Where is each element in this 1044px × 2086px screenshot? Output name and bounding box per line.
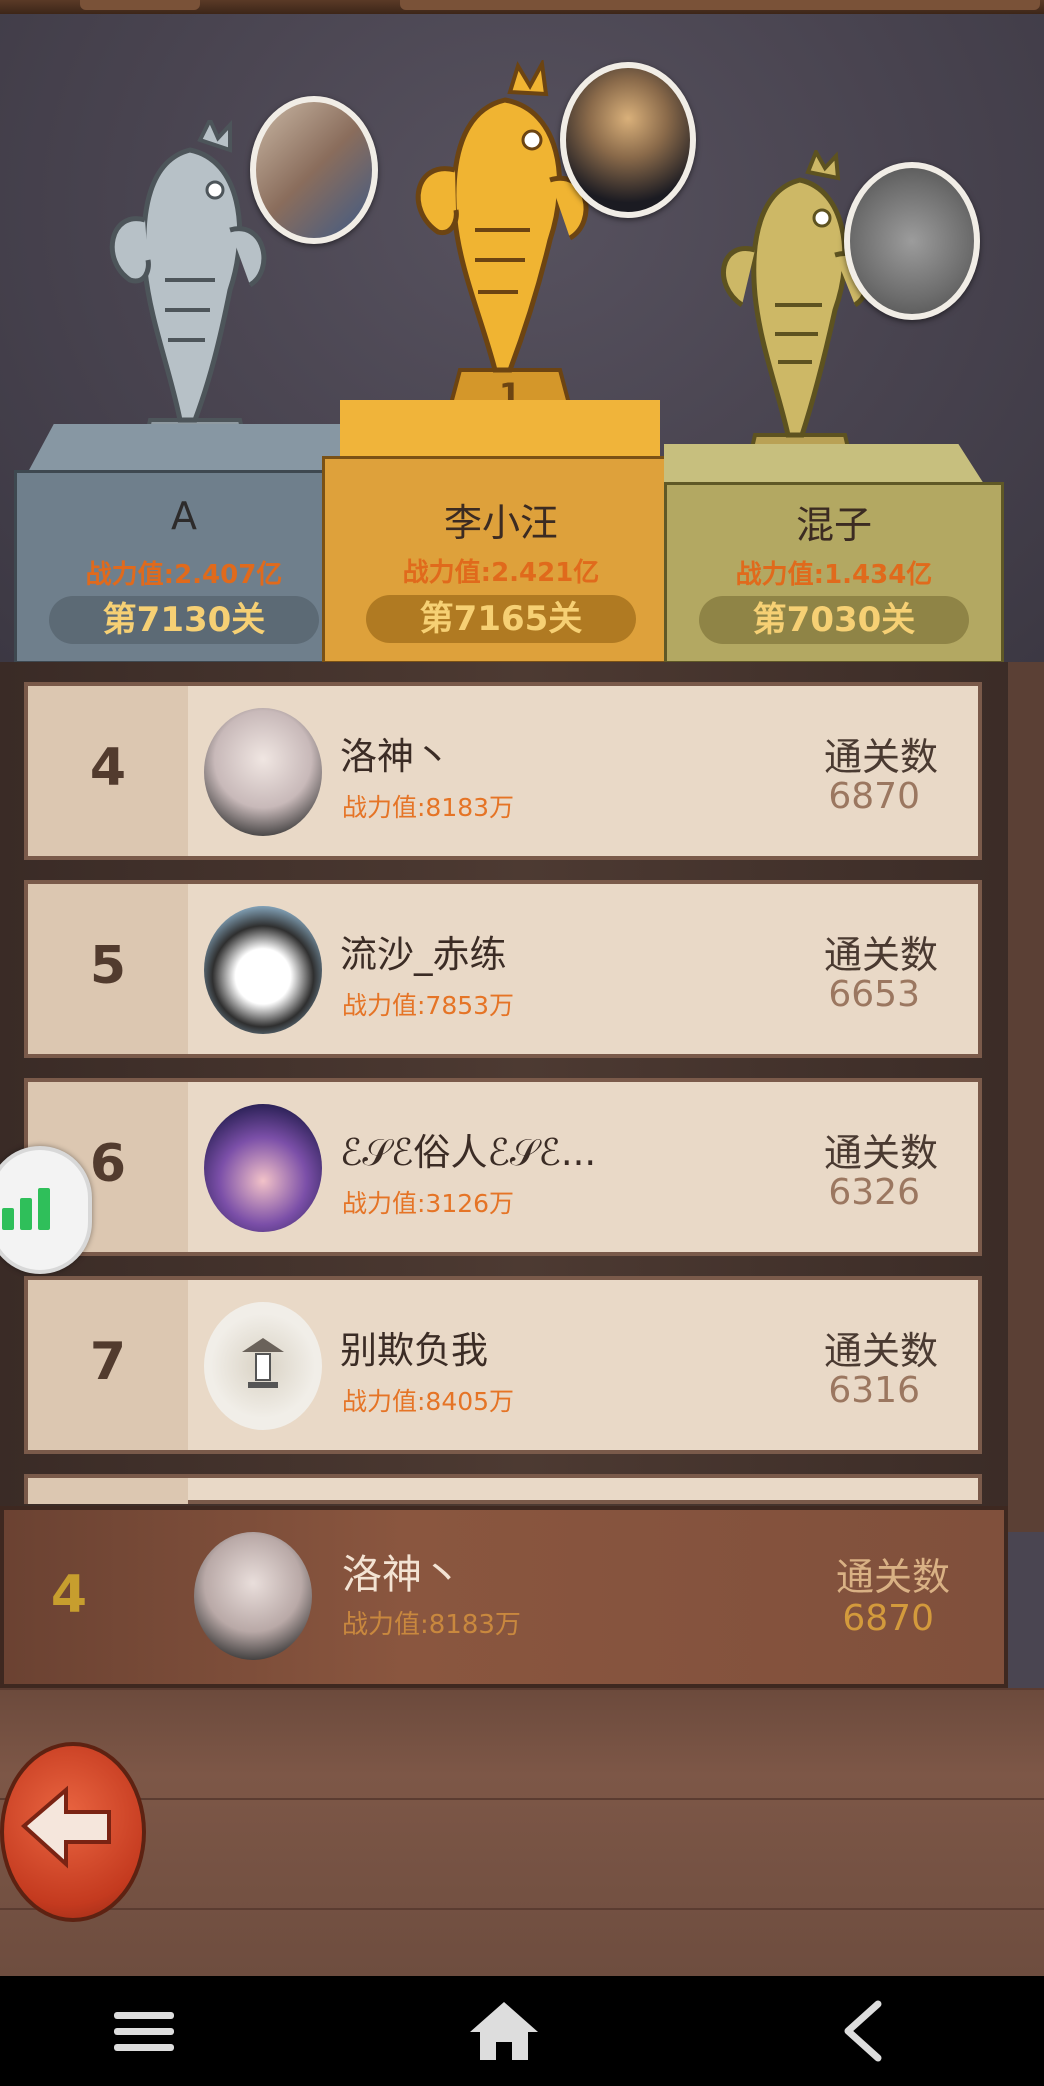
podium-power: 战力值:1.434亿 bbox=[735, 560, 933, 590]
home-icon[interactable] bbox=[464, 1998, 544, 2064]
player-power: 战力值:7853万 bbox=[342, 991, 515, 1020]
podium-avatar-1[interactable] bbox=[560, 62, 696, 218]
my-ranking-row[interactable]: 4 洛神丶 战力值:8183万 通关数 6870 bbox=[0, 1506, 1008, 1688]
list-scrollbar[interactable] bbox=[1008, 662, 1044, 1532]
podium-name: 李小汪 bbox=[443, 501, 558, 545]
rank-number: 7 bbox=[89, 1332, 127, 1392]
figure-icon bbox=[242, 1338, 284, 1388]
player-name: 别欺负我 bbox=[340, 1329, 488, 1372]
podium-level: 第7130关 bbox=[49, 596, 319, 644]
system-nav-bar bbox=[0, 1976, 1044, 2086]
floor-plank-line bbox=[0, 1688, 1044, 1690]
my-avatar[interactable] bbox=[194, 1532, 312, 1660]
podium-top bbox=[664, 444, 984, 484]
player-name: 流沙_赤练 bbox=[340, 933, 507, 976]
my-player-name: 洛神丶 bbox=[342, 1552, 462, 1598]
my-player-power: 战力值:8183万 bbox=[342, 1610, 521, 1640]
podium-third: 混子 战力值:1.434亿 第7030关 bbox=[664, 444, 1004, 664]
player-power: 战力值:8405万 bbox=[342, 1387, 515, 1416]
rank-number: 4 bbox=[89, 738, 127, 798]
podium-top bbox=[340, 400, 660, 458]
ranking-row[interactable]: 5 流沙_赤练 战力值:7853万 通关数 6653 bbox=[24, 880, 982, 1058]
my-clear-count-value: 6870 bbox=[842, 1598, 934, 1639]
clear-count-value: 6326 bbox=[828, 1172, 920, 1213]
clear-count-label: 通关数 bbox=[823, 1131, 938, 1175]
player-name: 洛神丶 bbox=[340, 735, 451, 778]
rank-cell bbox=[28, 1478, 188, 1504]
podium-level: 第7030关 bbox=[699, 596, 969, 644]
wooden-floor bbox=[0, 1688, 1044, 1976]
avatar[interactable] bbox=[204, 708, 322, 836]
podium-level: 第7165关 bbox=[366, 595, 636, 643]
podium-top bbox=[28, 424, 350, 472]
top-bar-segment bbox=[400, 0, 1040, 10]
podium-avatar-3[interactable] bbox=[844, 162, 980, 320]
avatar[interactable] bbox=[204, 906, 322, 1034]
ranking-row[interactable]: 7 别欺负我 战力值:8405万 通关数 6316 bbox=[24, 1276, 982, 1454]
rank-number: 5 bbox=[89, 936, 127, 996]
floor-plank-line bbox=[0, 1908, 1044, 1910]
my-rank-number: 4 bbox=[50, 1565, 88, 1625]
avatar[interactable] bbox=[204, 1302, 322, 1430]
arrow-left-icon bbox=[20, 1785, 111, 1869]
clear-count-value: 6870 bbox=[828, 776, 920, 817]
menu-icon[interactable] bbox=[104, 1998, 184, 2064]
podium-name: A bbox=[171, 494, 197, 538]
clear-count-label: 通关数 bbox=[823, 735, 938, 779]
back-button[interactable] bbox=[0, 1742, 146, 1922]
podium-second: A 战力值:2.407亿 第7130关 bbox=[14, 424, 354, 664]
player-power: 战力值:8183万 bbox=[342, 793, 515, 822]
clear-count-value: 6316 bbox=[828, 1370, 920, 1411]
clear-count-label: 通关数 bbox=[823, 1329, 938, 1373]
bar-chart-icon bbox=[2, 1188, 50, 1230]
podium-power: 战力值:2.421亿 bbox=[402, 558, 600, 588]
player-name: ℰ𝒮ℰ俗人ℰ𝒮ℰ... bbox=[340, 1131, 597, 1174]
chevron-left-icon[interactable] bbox=[826, 1998, 906, 2064]
ranking-row[interactable]: 4 洛神丶 战力值:8183万 通关数 6870 bbox=[24, 682, 982, 860]
clear-count-value: 6653 bbox=[828, 974, 920, 1015]
ranking-row[interactable]: 6 ℰ𝒮ℰ俗人ℰ𝒮ℰ... 战力值:3126万 通关数 6326 bbox=[24, 1078, 982, 1256]
floating-stats-widget[interactable] bbox=[0, 1146, 92, 1274]
avatar[interactable] bbox=[204, 1104, 322, 1232]
player-power: 战力值:3126万 bbox=[342, 1189, 515, 1218]
floor-plank-line bbox=[0, 1798, 1044, 1800]
podium-first: 李小汪 战力值:2.421亿 第7165关 bbox=[322, 400, 680, 664]
podium-name: 混子 bbox=[795, 503, 872, 547]
top-bar bbox=[0, 0, 1044, 14]
ranking-row-partial[interactable] bbox=[24, 1474, 982, 1504]
top-bar-segment bbox=[80, 0, 200, 10]
clear-count-label: 通关数 bbox=[823, 933, 938, 977]
podium-avatar-2[interactable] bbox=[250, 96, 378, 244]
my-clear-count-label: 通关数 bbox=[835, 1555, 950, 1599]
podium-power: 战力值:2.407亿 bbox=[85, 560, 283, 590]
